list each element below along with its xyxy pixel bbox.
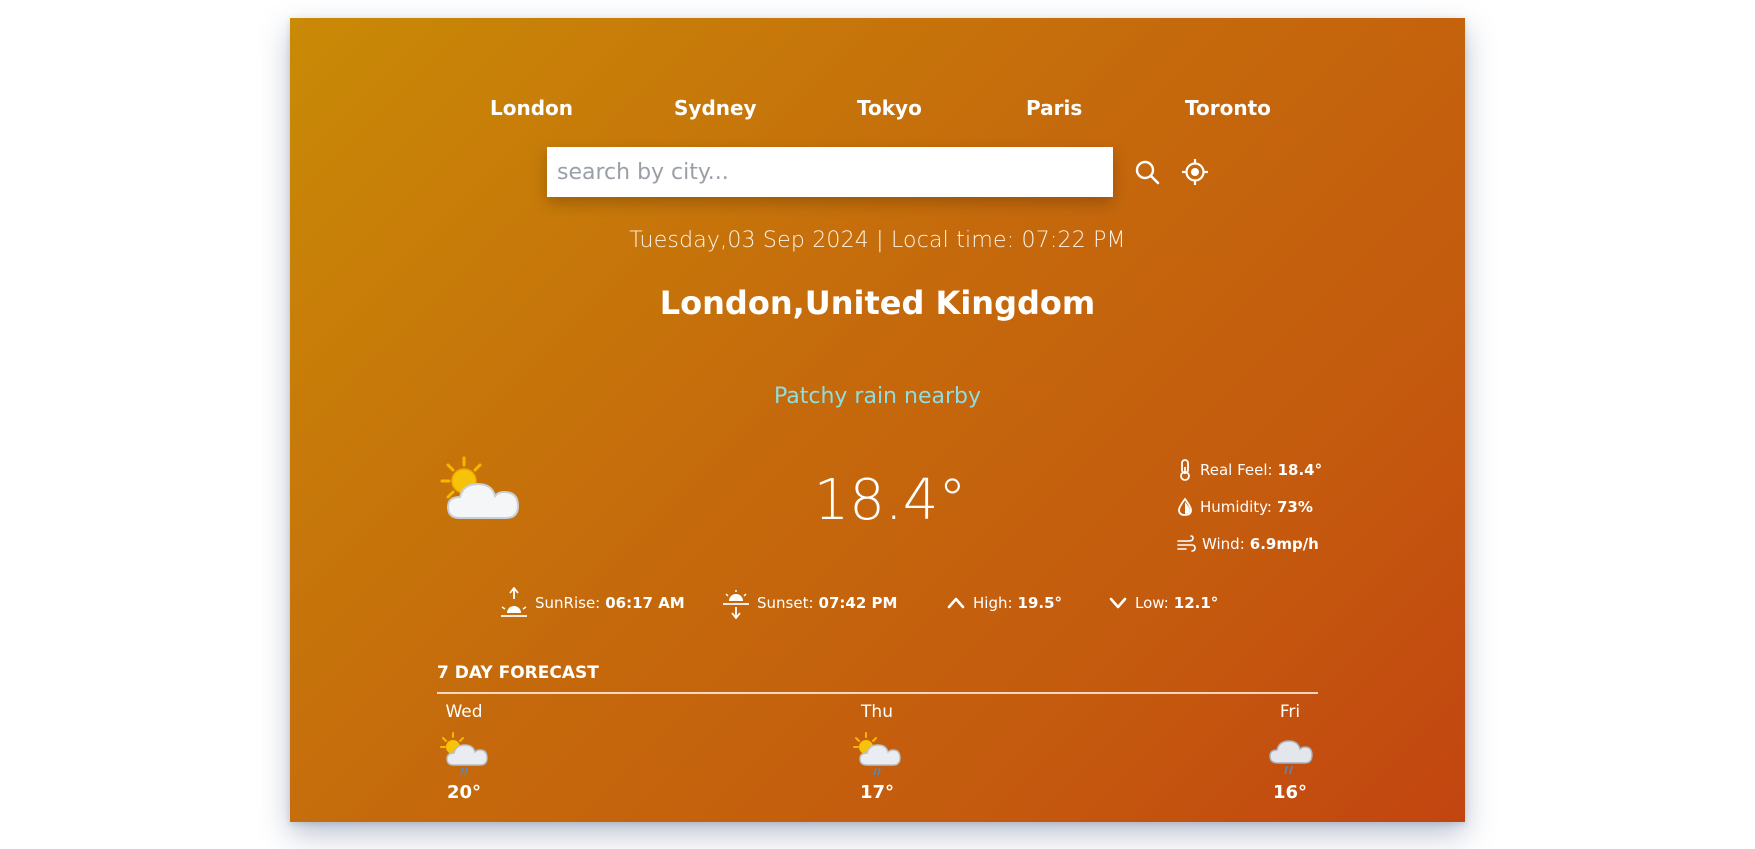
real-feel-row: Real Feel: 18.4° — [1176, 458, 1322, 482]
wind-label: Wind: — [1202, 535, 1245, 553]
search-box — [547, 147, 1113, 197]
humidity-row: Humidity: 73% — [1176, 495, 1313, 519]
forecast-day: Wed 20° — [404, 700, 524, 803]
sunset-value: 07:42 PM — [818, 594, 898, 612]
high-stat: High: 19.5° — [945, 586, 1062, 620]
sunset-label: Sunset: — [757, 594, 814, 612]
city-button-toronto[interactable]: Toronto — [1185, 96, 1271, 120]
city-button-paris[interactable]: Paris — [1026, 96, 1082, 120]
sunrise-stat: SunRise: 06:17 AM — [499, 586, 685, 620]
low-label: Low: — [1135, 594, 1169, 612]
chevron-up-icon — [947, 597, 965, 609]
wind-value: 6.9mp/h — [1249, 535, 1319, 553]
forecast-day-name: Wed — [445, 702, 483, 722]
sunrise-icon — [501, 587, 527, 617]
partly-cloudy-icon — [438, 454, 528, 538]
sunset-icon — [723, 590, 749, 619]
search-icon[interactable] — [1133, 158, 1161, 190]
weather-condition: Patchy rain nearby — [773, 384, 981, 409]
forecast-day-temp: 16° — [1272, 782, 1308, 803]
search-input[interactable] — [547, 147, 1113, 197]
location-crosshair-icon[interactable] — [1181, 158, 1209, 190]
high-value: 19.5° — [1017, 594, 1063, 612]
real-feel-value: 18.4° — [1277, 461, 1323, 479]
weather-card: London Sydney Tokyo Paris Toronto Tuesda… — [290, 18, 1465, 822]
city-button-sydney[interactable]: Sydney — [674, 96, 757, 120]
city-button-london[interactable]: London — [490, 96, 573, 120]
forecast-day: Fri 16° — [1230, 700, 1350, 803]
sunset-stat: Sunset: 07:42 PM — [721, 586, 897, 620]
humidity-drop-icon — [1178, 497, 1192, 516]
humidity-label: Humidity: — [1200, 498, 1272, 516]
city-button-tokyo[interactable]: Tokyo — [857, 96, 922, 120]
low-value: 12.1° — [1173, 594, 1219, 612]
low-stat: Low: 12.1° — [1107, 586, 1218, 620]
rain-cloud-icon — [1230, 730, 1350, 782]
humidity-value: 73% — [1276, 498, 1313, 516]
high-label: High: — [973, 594, 1013, 612]
forecast-day-name: Fri — [1279, 702, 1301, 722]
sun-and-range-stats: SunRise: 06:17 AM Sunset: 07:42 PM High:… — [290, 586, 1465, 620]
forecast-title: 7 DAY FORECAST — [437, 663, 599, 683]
patchy-rain-sun-icon — [817, 730, 937, 782]
forecast-day-temp: 20° — [446, 782, 482, 803]
forecast-divider — [437, 692, 1318, 694]
location-title: London,United Kingdom — [659, 284, 1096, 322]
local-datetime: Tuesday,03 Sep 2024 | Local time: 07:22 … — [629, 228, 1126, 253]
forecast-day-name: Thu — [861, 702, 893, 722]
forecast-day-temp: 17° — [859, 782, 895, 803]
forecast-day: Thu 17° — [817, 700, 937, 803]
current-temperature: 18.4° — [813, 468, 967, 533]
sunrise-label: SunRise: — [535, 594, 601, 612]
thermometer-icon — [1180, 459, 1190, 481]
city-shortcuts: London Sydney Tokyo Paris Toronto — [290, 80, 1465, 140]
chevron-down-icon — [1109, 597, 1127, 609]
wind-row: Wind: 6.9mp/h — [1176, 532, 1319, 556]
wind-icon — [1177, 535, 1196, 552]
patchy-rain-sun-icon — [404, 730, 524, 782]
sunrise-value: 06:17 AM — [605, 594, 685, 612]
real-feel-label: Real Feel: — [1200, 461, 1273, 479]
